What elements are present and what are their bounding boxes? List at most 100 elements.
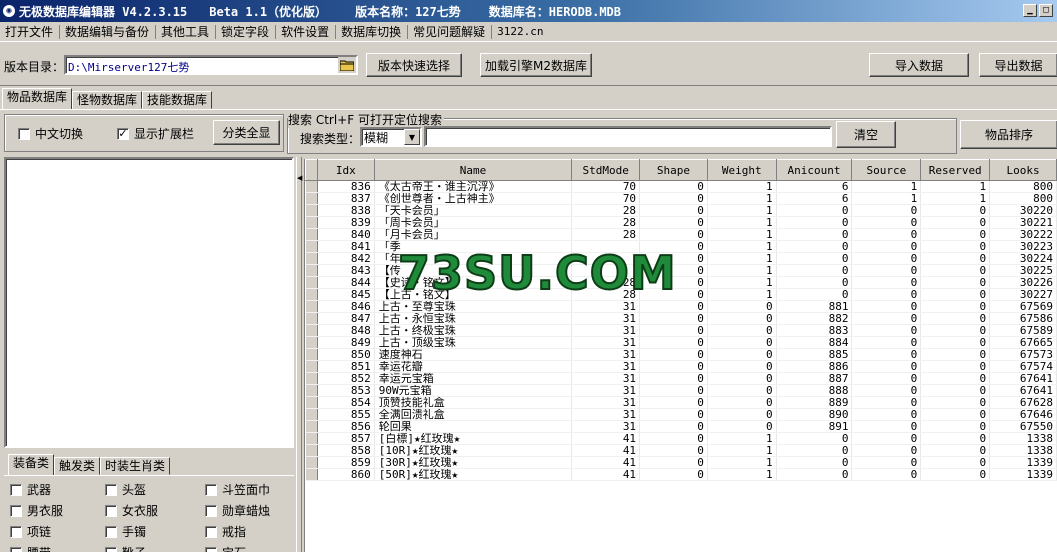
table-row[interactable]: 857 [白標]★红玫瑰★ 41 0 1 0 0 0 1338 xyxy=(305,432,1057,445)
row-indicator[interactable] xyxy=(305,468,318,481)
row-indicator[interactable] xyxy=(305,180,318,193)
cell-shape[interactable]: 0 xyxy=(639,432,708,445)
row-indicator[interactable] xyxy=(305,348,318,361)
cell-idx[interactable]: 858 xyxy=(317,444,375,457)
table-row[interactable]: 856 轮回果 31 0 0 891 0 0 67550 xyxy=(305,420,1057,433)
row-indicator[interactable] xyxy=(305,192,318,205)
cell-source[interactable]: 1 xyxy=(851,180,922,193)
menu-other-tools[interactable]: 其他工具 xyxy=(156,24,217,39)
cell-reserved[interactable]: 0 xyxy=(920,408,991,421)
classify-all-button[interactable]: 分类全显 xyxy=(213,120,280,145)
cell-name[interactable]: [30R]★红玫瑰★ xyxy=(374,456,573,469)
row-indicator[interactable] xyxy=(305,408,318,421)
cell-stdmode[interactable]: 41 xyxy=(571,456,641,469)
cell-anicount[interactable]: 881 xyxy=(776,300,853,313)
cell-anicount[interactable]: 882 xyxy=(776,312,853,325)
cell-source[interactable]: 0 xyxy=(851,444,922,457)
cell-stdmode[interactable]: 41 xyxy=(571,444,641,457)
category-belt-box[interactable] xyxy=(10,546,22,552)
table-row[interactable]: 850 速度神石 31 0 0 885 0 0 67573 xyxy=(305,348,1057,361)
cell-weight[interactable]: 0 xyxy=(707,396,777,409)
table-row[interactable]: 851 幸运花瓣 31 0 0 886 0 0 67574 xyxy=(305,360,1057,373)
cell-weight[interactable]: 0 xyxy=(707,372,777,385)
table-row[interactable]: 858 [10R]★红玫瑰★ 41 0 1 0 0 0 1338 xyxy=(305,444,1057,457)
cn-switch-checkbox[interactable]: 中文切换 xyxy=(18,125,83,142)
cell-weight[interactable]: 1 xyxy=(707,444,777,457)
cell-weight[interactable]: 1 xyxy=(707,288,777,301)
cell-stdmode[interactable]: 31 xyxy=(571,324,641,337)
cell-name[interactable]: 《创世尊者・上古神主》 xyxy=(374,192,573,205)
cell-anicount[interactable]: 0 xyxy=(776,432,853,445)
cell-idx[interactable]: 857 xyxy=(317,432,375,445)
column-name[interactable]: Name xyxy=(373,159,573,181)
cell-reserved[interactable]: 0 xyxy=(920,216,991,229)
tab-items[interactable]: 物品数据库 xyxy=(2,88,73,109)
cell-anicount[interactable]: 0 xyxy=(776,240,853,253)
cell-weight[interactable]: 0 xyxy=(707,336,777,349)
cell-idx[interactable]: 845 xyxy=(317,288,375,301)
row-indicator[interactable] xyxy=(305,312,318,325)
cell-anicount[interactable]: 0 xyxy=(776,216,853,229)
tab-trigger[interactable]: 触发类 xyxy=(54,457,101,475)
cell-source[interactable]: 0 xyxy=(851,312,922,325)
cell-looks[interactable]: 1338 xyxy=(989,432,1057,445)
minimize-button[interactable]: ▁ xyxy=(1023,4,1037,17)
cell-shape[interactable]: 0 xyxy=(639,228,708,241)
cell-name[interactable]: [10R]★红玫瑰★ xyxy=(374,444,573,457)
cell-anicount[interactable]: 890 xyxy=(776,408,853,421)
cell-name[interactable]: 「天卡会员」 xyxy=(374,204,573,217)
cell-looks[interactable]: 1339 xyxy=(989,456,1057,469)
cell-weight[interactable]: 0 xyxy=(707,408,777,421)
menu-db-switch[interactable]: 数据库切换 xyxy=(336,24,409,39)
row-indicator[interactable] xyxy=(305,396,318,409)
cell-shape[interactable]: 0 xyxy=(639,372,708,385)
cell-looks[interactable]: 67641 xyxy=(989,372,1057,385)
cell-name[interactable]: 「周卡会员」 xyxy=(374,216,573,229)
category-hat-mask-box[interactable] xyxy=(205,483,217,496)
cell-stdmode[interactable]: 28 xyxy=(571,204,641,217)
column-idx[interactable]: Idx xyxy=(316,159,375,181)
cell-weight[interactable]: 1 xyxy=(707,228,777,241)
cell-reserved[interactable]: 0 xyxy=(920,336,991,349)
load-engine-button[interactable]: 加载引擎M2数据库 xyxy=(480,53,592,77)
cell-looks[interactable]: 67550 xyxy=(989,420,1057,433)
cell-anicount[interactable]: 891 xyxy=(776,420,853,433)
tab-fashion-zodiac[interactable]: 时装生肖类 xyxy=(100,457,171,475)
table-row[interactable]: 860 [50R]★红玫瑰★ 41 0 1 0 0 0 1339 xyxy=(305,468,1057,481)
cell-reserved[interactable]: 0 xyxy=(920,372,991,385)
cell-stdmode[interactable]: 41 xyxy=(571,468,641,481)
category-bracelet[interactable]: 手镯 xyxy=(105,523,146,540)
category-helmet-box[interactable] xyxy=(105,483,117,496)
cell-idx[interactable]: 855 xyxy=(317,408,375,421)
cell-source[interactable]: 0 xyxy=(851,420,922,433)
row-indicator[interactable] xyxy=(305,300,318,313)
panel-splitter[interactable]: ◀ xyxy=(296,157,302,552)
cell-reserved[interactable]: 0 xyxy=(920,468,991,481)
folder-icon[interactable] xyxy=(338,57,356,73)
cell-source[interactable]: 0 xyxy=(851,216,922,229)
clear-button[interactable]: 清空 xyxy=(836,121,896,148)
cell-looks[interactable]: 30227 xyxy=(989,288,1057,301)
cell-name[interactable]: 轮回果 xyxy=(374,420,573,433)
row-indicator[interactable] xyxy=(305,372,318,385)
cell-name[interactable]: 《太古帝王・谁主沉浮》 xyxy=(374,180,573,193)
row-indicator[interactable] xyxy=(305,384,318,397)
category-bracelet-box[interactable] xyxy=(105,525,117,538)
cell-anicount[interactable]: 885 xyxy=(776,348,853,361)
table-row[interactable]: 859 [30R]★红玫瑰★ 41 0 1 0 0 0 1339 xyxy=(305,456,1057,469)
cell-reserved[interactable]: 1 xyxy=(920,192,991,205)
cell-shape[interactable]: 0 xyxy=(639,360,708,373)
cell-looks[interactable]: 30222 xyxy=(989,228,1057,241)
table-row[interactable]: 855 全满回溃礼盒 31 0 0 890 0 0 67646 xyxy=(305,408,1057,421)
category-boots-box[interactable] xyxy=(105,546,117,552)
cell-reserved[interactable]: 0 xyxy=(920,396,991,409)
cell-anicount[interactable]: 0 xyxy=(776,204,853,217)
category-weapon-box[interactable] xyxy=(10,483,22,496)
column-anicount[interactable]: Anicount xyxy=(775,159,853,181)
cell-shape[interactable]: 0 xyxy=(639,324,708,337)
category-helmet[interactable]: 头盔 xyxy=(105,481,146,498)
cell-source[interactable]: 0 xyxy=(851,264,922,277)
cell-anicount[interactable]: 884 xyxy=(776,336,853,349)
menu-website[interactable]: 3122.cn xyxy=(492,25,549,39)
cell-stdmode[interactable]: 31 xyxy=(571,396,641,409)
